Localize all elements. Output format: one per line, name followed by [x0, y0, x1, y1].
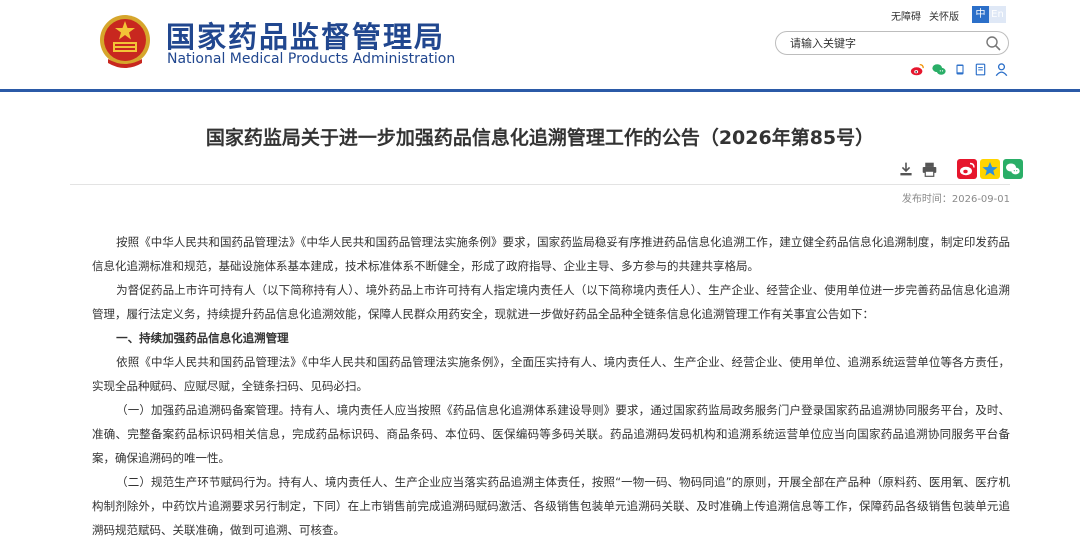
site-name-en[interactable]: National Medical Products Administration: [167, 51, 455, 67]
weibo-icon[interactable]: [909, 61, 926, 78]
accessibility-link[interactable]: 无障碍: [891, 8, 921, 23]
share-weibo-icon[interactable]: [957, 159, 977, 179]
search-icon[interactable]: [985, 35, 1002, 52]
wechat-icon[interactable]: [930, 61, 947, 78]
article-body: 按照《中华人民共和国药品管理法》《中华人民共和国药品管理法实施条例》要求，国家药…: [92, 230, 1010, 542]
title-divider: [70, 184, 1010, 185]
article-tools: [896, 159, 1023, 179]
care-mode-link[interactable]: 关怀版: [929, 8, 959, 23]
paragraph: 为督促药品上市许可持有人（以下简称持有人）、境外药品上市许可持有人指定境内责任人…: [92, 283, 1010, 321]
print-icon[interactable]: [919, 159, 939, 179]
download-icon[interactable]: [896, 159, 916, 179]
top-links: 无障碍 关怀版: [891, 8, 959, 23]
publish-time: 发布时间：2026-09-01: [901, 194, 1010, 205]
share-qzone-icon[interactable]: [980, 159, 1000, 179]
email-icon[interactable]: [972, 61, 989, 78]
user-icon[interactable]: [993, 61, 1010, 78]
paragraph: 依照《中华人民共和国药品管理法》《中华人民共和国药品管理法实施条例》，全面压实持…: [92, 355, 1010, 393]
search-input[interactable]: [790, 35, 980, 52]
mobile-icon[interactable]: [951, 61, 968, 78]
paragraph: 按照《中华人民共和国药品管理法》《中华人民共和国药品管理法实施条例》要求，国家药…: [92, 235, 1010, 273]
paragraph: （一）加强药品追溯码备案管理。持有人、境内责任人应当按照《药品信息化追溯体系建设…: [92, 403, 1010, 465]
lang-en-button[interactable]: En: [989, 6, 1006, 23]
section-heading: 一、持续加强药品信息化追溯管理: [116, 331, 289, 345]
language-switch: 中 En: [972, 6, 1006, 23]
article-title: 国家药监局关于进一步加强药品信息化追溯管理工作的公告（2026年第85号）: [205, 127, 875, 149]
paragraph: （二）规范生产环节赋码行为。持有人、境内责任人、生产企业应当落实药品追溯主体责任…: [92, 475, 1011, 537]
share-wechat-icon[interactable]: [1003, 159, 1023, 179]
lang-zh-button[interactable]: 中: [972, 6, 989, 23]
search-box: [775, 31, 1009, 55]
header-divider: [0, 89, 1080, 92]
social-links: [909, 61, 1010, 78]
site-name-cn[interactable]: 国家药品监督管理局: [166, 14, 445, 56]
national-emblem-icon: [100, 15, 150, 68]
site-header: 国家药品监督管理局 National Medical Products Admi…: [0, 0, 1080, 92]
